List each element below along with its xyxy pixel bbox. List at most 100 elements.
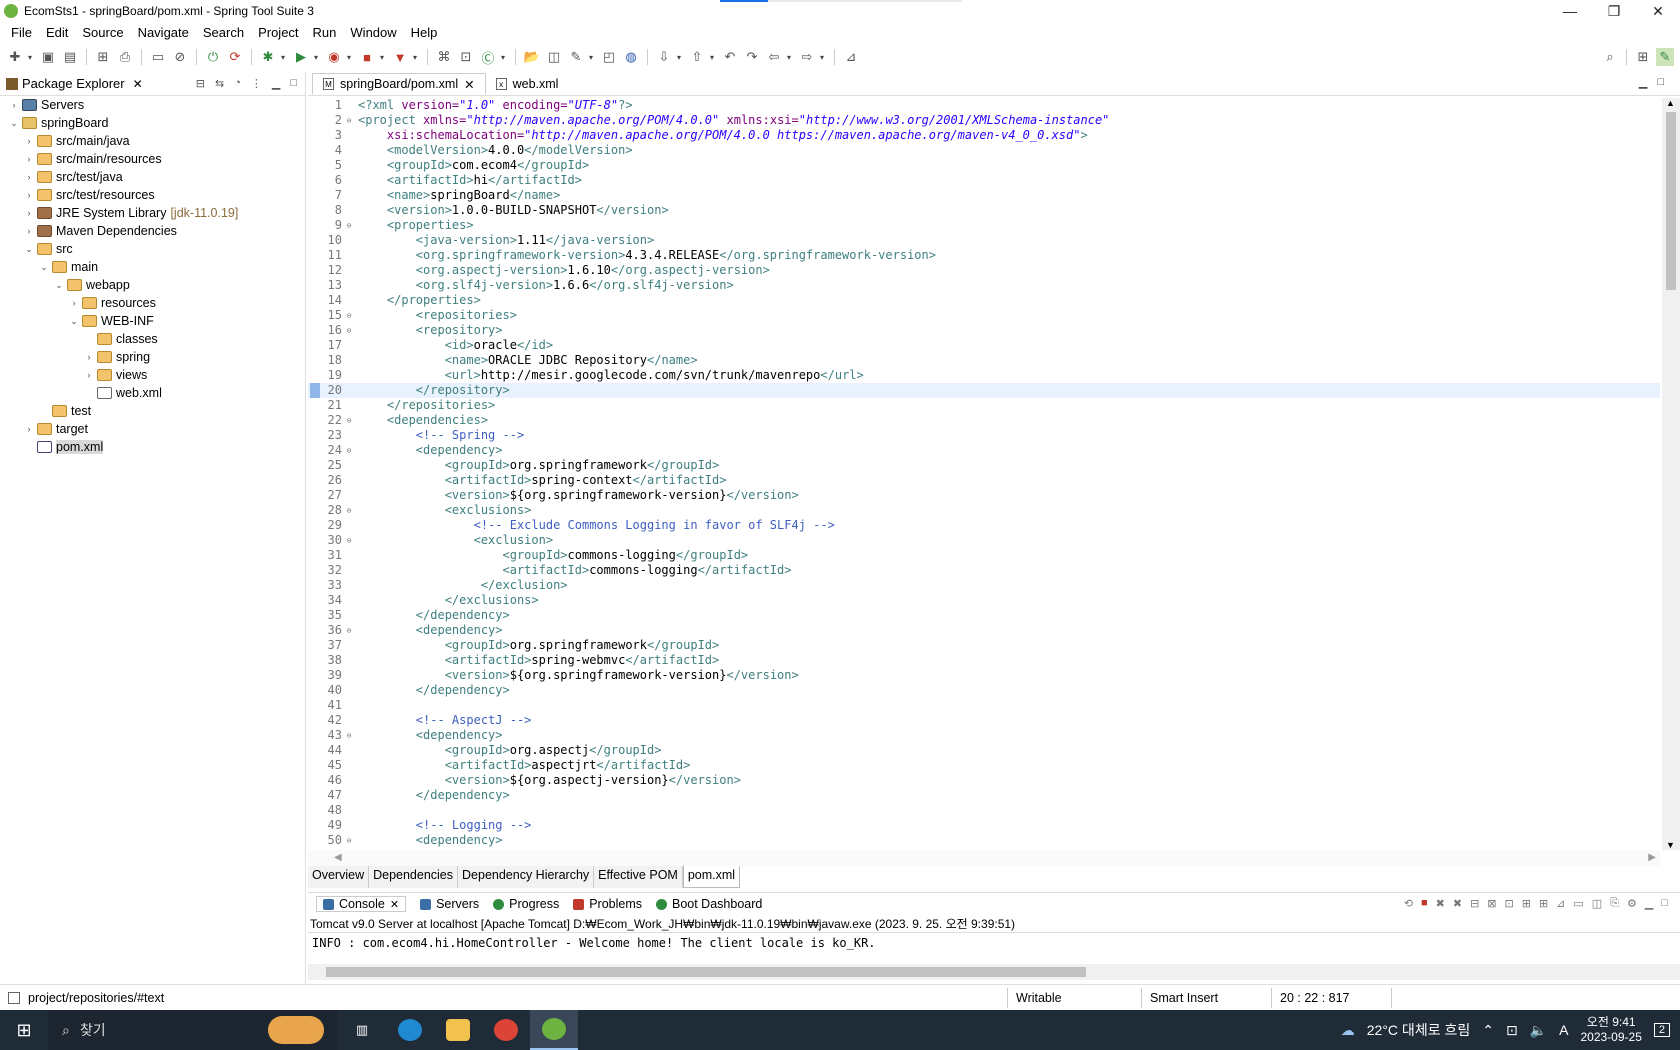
menu-search[interactable]: Search — [196, 25, 251, 40]
globe-icon[interactable]: ◍ — [622, 48, 640, 66]
print-icon[interactable]: ⎙ — [116, 48, 134, 66]
tab-progress[interactable]: Progress — [493, 897, 559, 911]
code-line[interactable]: 9 ⊖ <properties> — [308, 218, 1660, 233]
new-package-icon[interactable]: ⊡ — [457, 48, 475, 66]
open-task-icon[interactable]: ◫ — [545, 48, 563, 66]
pin-editor-icon[interactable]: ⊿ — [842, 48, 860, 66]
code-line[interactable]: 18 <name>ORACLE JDBC Repository</name> — [308, 353, 1660, 368]
code-line[interactable]: 16 ⊖ <repository> — [308, 323, 1660, 338]
scroll-thumb[interactable] — [326, 967, 1086, 977]
chevron-right-icon[interactable]: › — [23, 208, 35, 218]
code-line[interactable]: 21 </repositories> — [308, 398, 1660, 413]
next-edit-icon[interactable]: ↷ — [743, 48, 761, 66]
close-icon[interactable]: ✕ — [464, 77, 474, 92]
console-horizontal-scrollbar[interactable] — [308, 964, 1680, 980]
code-line[interactable]: 1 <?xml version="1.0" encoding="UTF-8"?> — [308, 98, 1660, 113]
skip-breakpoints-icon[interactable]: ⊘ — [171, 48, 189, 66]
code-line[interactable]: 31 <groupId>commons-logging</groupId> — [308, 548, 1660, 563]
ime-indicator[interactable]: A — [1559, 1022, 1568, 1038]
word-wrap-icon[interactable]: ⊡ — [1505, 897, 1514, 910]
display-console-icon[interactable]: ▭ — [1573, 897, 1583, 910]
edge-button[interactable] — [386, 1010, 434, 1050]
open-perspective-icon[interactable]: ⊞ — [1634, 48, 1652, 66]
code-line[interactable]: 26 <artifactId>spring-context</artifactI… — [308, 473, 1660, 488]
menu-navigate[interactable]: Navigate — [131, 25, 196, 40]
code-line[interactable]: 48 — [308, 803, 1660, 818]
scroll-lock-icon[interactable]: ⊠ — [1487, 897, 1496, 910]
new-icon[interactable]: ✚ — [6, 48, 24, 66]
code-line[interactable]: 47 </dependency> — [308, 788, 1660, 803]
tree-item[interactable]: ⌄ WEB-INF — [0, 312, 305, 330]
code-line[interactable]: 41 — [308, 698, 1660, 713]
code-line[interactable]: 23 <!-- Spring --> — [308, 428, 1660, 443]
fold-icon[interactable]: ⊖ — [344, 503, 354, 518]
code-line[interactable]: 15 ⊖ <repositories> — [308, 308, 1660, 323]
open-type-icon[interactable]: ⊞ — [94, 48, 112, 66]
scroll-left-icon[interactable]: ◀ — [334, 852, 342, 863]
chevron-right-icon[interactable]: › — [8, 100, 20, 110]
tree-item[interactable]: › src/main/java — [0, 132, 305, 150]
code-line[interactable]: 25 <groupId>org.springframework</groupId… — [308, 458, 1660, 473]
open-resource-icon[interactable]: ◰ — [600, 48, 618, 66]
taskbar-search[interactable]: ⌕ 찾기 — [48, 1010, 338, 1050]
search-tool-icon[interactable]: ✎ — [567, 48, 585, 66]
tree-item[interactable]: test — [0, 402, 305, 420]
tree-item[interactable]: › Maven Dependencies — [0, 222, 305, 240]
show-on-stdout-icon[interactable]: ⊞ — [1522, 897, 1531, 910]
code-line[interactable]: 29 <!-- Exclude Commons Logging in favor… — [308, 518, 1660, 533]
last-edit-icon[interactable]: ↶ — [721, 48, 739, 66]
tree-item[interactable]: ⌄ webapp — [0, 276, 305, 294]
chevron-down-icon[interactable]: ⌄ — [38, 262, 50, 273]
menu-window[interactable]: Window — [343, 25, 403, 40]
tree-item[interactable]: › views — [0, 366, 305, 384]
maximize-view-icon[interactable]: □ — [1661, 897, 1668, 910]
chrome-button[interactable] — [482, 1010, 530, 1050]
code-line[interactable]: 32 <artifactId>commons-logging</artifact… — [308, 563, 1660, 578]
search-icon[interactable]: ⌕ — [1601, 48, 1619, 66]
tab-pom-xml[interactable]: M springBoard/pom.xml ✕ — [312, 73, 486, 95]
tab-dependencies[interactable]: Dependencies — [369, 866, 459, 888]
chevron-right-icon[interactable]: › — [23, 172, 35, 182]
xml-source-editor[interactable]: 1 <?xml version="1.0" encoding="UTF-8"?> 2… — [308, 98, 1660, 850]
windows-start-button[interactable]: ⊞ — [0, 1010, 48, 1050]
prev-annotation-icon[interactable]: ⇧ — [688, 48, 706, 66]
tab-boot-dashboard[interactable]: Boot Dashboard — [656, 897, 762, 911]
tree-item[interactable]: web.xml — [0, 384, 305, 402]
code-line[interactable]: 40 </dependency> — [308, 683, 1660, 698]
minimize-view-icon[interactable]: ▁ — [272, 77, 280, 90]
code-line[interactable]: 45 <artifactId>aspectjrt</artifactId> — [308, 758, 1660, 773]
tab-console[interactable]: Console ✕ — [316, 896, 407, 912]
chevron-right-icon[interactable]: › — [23, 136, 35, 146]
focus-icon[interactable]: ◔ — [234, 77, 241, 90]
console-output[interactable]: INFO : com.ecom4.hi.HomeController - Wel… — [308, 933, 1680, 953]
scroll-up-icon[interactable]: ▲ — [1666, 98, 1675, 108]
code-line[interactable]: 12 <org.aspectj-version>1.6.10</org.aspe… — [308, 263, 1660, 278]
maximize-view-icon[interactable]: □ — [290, 77, 297, 90]
code-line[interactable]: 38 <artifactId>spring-webmvc</artifactId… — [308, 653, 1660, 668]
coverage-icon[interactable]: ◉ — [325, 48, 343, 66]
code-line[interactable]: 49 <!-- Logging --> — [308, 818, 1660, 833]
view-menu-icon[interactable]: ⋮ — [251, 77, 262, 90]
tree-item[interactable]: › target — [0, 420, 305, 438]
code-line[interactable]: 39 <version>${org.springframework-versio… — [308, 668, 1660, 683]
chevron-right-icon[interactable]: › — [68, 298, 80, 308]
chevron-right-icon[interactable]: › — [23, 424, 35, 434]
notification-icon[interactable]: 2 — [1653, 1023, 1670, 1037]
code-line[interactable]: 11 <org.springframework-version>4.3.4.RE… — [308, 248, 1660, 263]
maximize-editor-icon[interactable]: □ — [1657, 76, 1664, 89]
tree-item[interactable]: › src/test/resources — [0, 186, 305, 204]
chevron-right-icon[interactable]: › — [83, 352, 95, 362]
code-line[interactable]: 33 </exclusion> — [308, 578, 1660, 593]
code-line[interactable]: 27 <version>${org.springframework-versio… — [308, 488, 1660, 503]
chevron-right-icon[interactable]: › — [23, 190, 35, 200]
fold-icon[interactable]: ⊖ — [344, 113, 354, 128]
code-line[interactable]: 14 </properties> — [308, 293, 1660, 308]
editor-vertical-scrollbar[interactable]: ▲ ▼ — [1662, 98, 1680, 850]
scroll-down-icon[interactable]: ▼ — [1666, 840, 1675, 850]
pin-console-icon[interactable]: ⊿ — [1556, 897, 1565, 910]
sts-taskbar-button[interactable] — [530, 1010, 578, 1050]
disconnect-icon[interactable]: ⟲ — [1404, 897, 1413, 910]
code-line[interactable]: 4 <modelVersion>4.0.0</modelVersion> — [308, 143, 1660, 158]
code-line[interactable]: 2 ⊖ <project xmlns="http://maven.apache.or… — [308, 113, 1660, 128]
menu-project[interactable]: Project — [251, 25, 305, 40]
